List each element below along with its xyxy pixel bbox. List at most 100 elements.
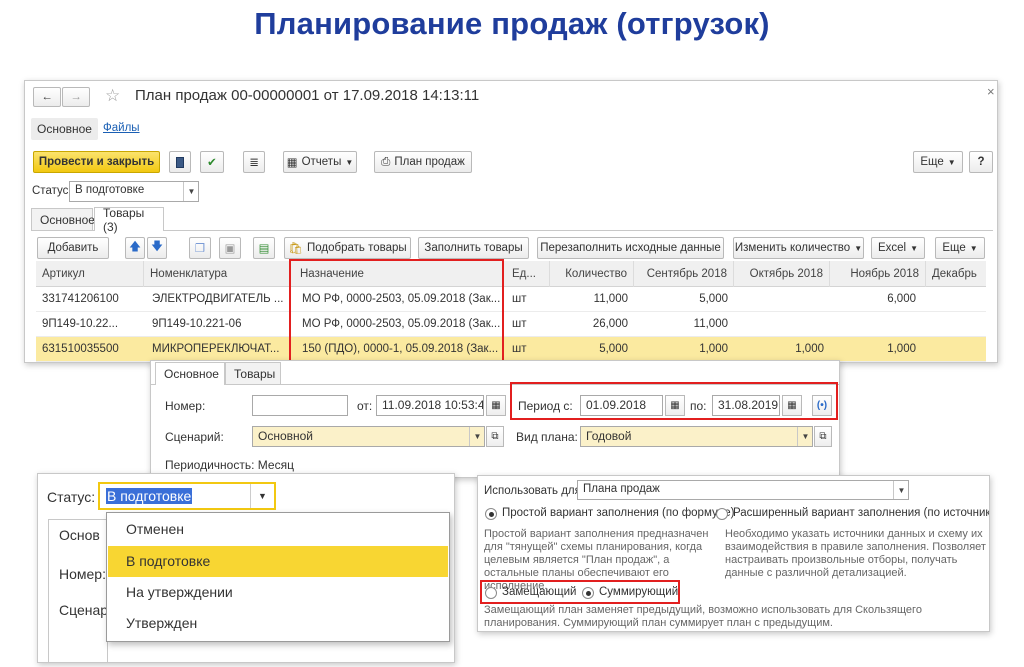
use-for-select[interactable]: Плана продаж ▼ bbox=[577, 480, 909, 500]
top-tab-main[interactable]: Основное bbox=[31, 118, 98, 140]
behind-label: Сценар bbox=[59, 602, 109, 618]
scenario-select[interactable]: Основной ▼ bbox=[252, 426, 485, 447]
refill-source-data-button[interactable]: Перезаполнить исходные данные bbox=[537, 237, 724, 259]
column-unit[interactable]: Ед... bbox=[506, 261, 550, 287]
column-nov-2018[interactable]: Ноябрь 2018 bbox=[830, 261, 926, 287]
move-down-button[interactable]: 🡇 bbox=[147, 237, 167, 259]
chevron-down-icon: ▼ bbox=[345, 157, 354, 167]
chevron-down-icon: ▼ bbox=[947, 157, 956, 167]
floppy-disk-icon bbox=[176, 156, 184, 168]
delete-icon: ▣ bbox=[224, 243, 236, 255]
table-row-selected[interactable]: 631510035500 МИКРОПЕРЕКЛЮЧАТ... 150 (ПДО… bbox=[36, 337, 986, 362]
column-dec-2018[interactable]: Декабрь bbox=[926, 261, 986, 287]
table-row[interactable]: 9П149-10.22... 9П149-10.221-06 МО РФ, 00… bbox=[36, 312, 986, 337]
post-document-icon: ✔ bbox=[207, 157, 217, 169]
bag-icon: 🛍 bbox=[288, 243, 303, 255]
arrow-down-icon: 🡇 bbox=[151, 240, 163, 253]
periodicity-text: Периодичность: Месяц bbox=[165, 458, 294, 472]
period-highlight bbox=[510, 382, 838, 420]
sales-plan-print-button[interactable]: ⎙ План продаж bbox=[374, 151, 472, 173]
chevron-down-icon: ▼ bbox=[910, 243, 919, 253]
pick-goods-button[interactable]: 🛍 Подобрать товары bbox=[284, 237, 411, 259]
table-row[interactable]: 331741206100 ЭЛЕКТРОДВИГАТЕЛЬ ... МО РФ,… bbox=[36, 287, 986, 312]
fill-goods-button[interactable]: Заполнить товары bbox=[418, 237, 529, 259]
behind-label: Номер: bbox=[59, 566, 106, 582]
table-icon: ▤ bbox=[258, 243, 270, 255]
arrow-up-icon: 🡅 bbox=[129, 240, 141, 253]
status-label: Статус: bbox=[47, 489, 96, 505]
fill-options-panel: Использовать для: Плана продаж ▼ Простой … bbox=[477, 475, 990, 632]
column-article[interactable]: Артикул bbox=[36, 261, 144, 287]
delete-row-button[interactable]: ▣ bbox=[219, 237, 241, 259]
status-option-on-approval[interactable]: На утверждении bbox=[108, 577, 448, 608]
column-nomenclature[interactable]: Номенклатура bbox=[144, 261, 291, 287]
excel-button[interactable]: Excel ▼ bbox=[871, 237, 925, 259]
top-tab-files[interactable]: Файлы bbox=[103, 122, 140, 134]
chevron-down-icon[interactable]: ▼ bbox=[183, 182, 198, 201]
behind-label: Основ bbox=[59, 527, 100, 543]
post-button[interactable]: ✔ bbox=[200, 151, 224, 173]
number-label: Номер: bbox=[165, 399, 206, 413]
open-icon[interactable]: ⧉ bbox=[814, 426, 832, 447]
status-dropdown-panel: Статус: В подготовке ▼ Основ Номер: Сцен… bbox=[37, 473, 455, 663]
status-option-cancelled[interactable]: Отменен bbox=[108, 514, 448, 545]
chevron-down-icon[interactable]: ▼ bbox=[797, 427, 812, 446]
favorite-star-icon[interactable]: ☆ bbox=[105, 86, 120, 106]
use-for-label: Использовать для: bbox=[484, 485, 585, 497]
column-oct-2018[interactable]: Октябрь 2018 bbox=[734, 261, 830, 287]
grid-header: Артикул Номенклатура Назначение Ед... Ко… bbox=[36, 261, 986, 287]
option-simple-label[interactable]: Простой вариант заполнения (по формуле) bbox=[502, 507, 734, 519]
save-button[interactable] bbox=[169, 151, 191, 173]
arrow-left-icon: ← bbox=[41, 91, 53, 103]
table-settings-button[interactable]: ▤ bbox=[253, 237, 275, 259]
printer-icon: ⎙ bbox=[381, 155, 391, 168]
slide-title: Планирование продаж (отгрузок) bbox=[254, 6, 770, 41]
more-button[interactable]: Еще ▼ bbox=[913, 151, 963, 173]
copy-icon: ❐ bbox=[194, 243, 206, 255]
chevron-down-icon[interactable]: ▼ bbox=[469, 427, 484, 446]
calendar-icon[interactable]: ▦ bbox=[486, 395, 506, 416]
purpose-column-highlight bbox=[289, 259, 504, 362]
status-option-approved[interactable]: Утвержден bbox=[108, 608, 448, 639]
column-quantity[interactable]: Количество bbox=[550, 261, 634, 287]
reports-button[interactable]: ▦ Отчеты ▼ bbox=[283, 151, 357, 173]
change-quantity-button[interactable]: Изменить количество ▼ bbox=[733, 237, 864, 259]
status-select[interactable]: В подготовке ▼ bbox=[69, 181, 199, 202]
forward-button[interactable]: → bbox=[62, 87, 90, 107]
scenario-label: Сценарий: bbox=[165, 430, 224, 444]
journal-button[interactable]: ≣ bbox=[243, 151, 265, 173]
option-extended-label[interactable]: Расширенный вариант заполнения (по источ… bbox=[733, 507, 989, 519]
tab-goods[interactable]: Товары (3) bbox=[94, 206, 164, 234]
close-icon[interactable]: × bbox=[987, 84, 995, 99]
tab-main[interactable]: Основное bbox=[31, 208, 95, 230]
extended-fill-note: Необходимо указать источники данных и сх… bbox=[725, 528, 986, 579]
plan-type-label: Вид плана: bbox=[516, 430, 578, 444]
mode-highlight bbox=[480, 580, 680, 604]
help-button[interactable]: ? bbox=[969, 151, 993, 173]
plan-type-select[interactable]: Годовой ▼ bbox=[580, 426, 813, 447]
chevron-down-icon[interactable]: ▼ bbox=[250, 484, 274, 508]
list-icon: ≣ bbox=[249, 157, 259, 169]
date-from-label: от: bbox=[357, 399, 373, 413]
chevron-down-icon: ▼ bbox=[969, 243, 978, 253]
status-option-in-preparation[interactable]: В подготовке bbox=[108, 546, 448, 577]
header-tab-goods[interactable]: Товары bbox=[225, 362, 281, 384]
copy-row-button[interactable]: ❐ bbox=[189, 237, 211, 259]
status-options-list: Отменен В подготовке На утверждении Утве… bbox=[106, 512, 450, 642]
header-tab-main[interactable]: Основное bbox=[155, 362, 225, 385]
status-input[interactable]: В подготовке ▼ bbox=[98, 482, 276, 510]
column-sep-2018[interactable]: Сентябрь 2018 bbox=[634, 261, 734, 287]
radio-simple-fill[interactable] bbox=[485, 508, 497, 520]
post-and-close-button[interactable]: Провести и закрыть bbox=[33, 151, 160, 173]
add-row-button[interactable]: Добавить bbox=[37, 237, 109, 259]
document-date-field[interactable]: 11.09.2018 10:53:45 bbox=[376, 395, 484, 416]
chevron-down-icon[interactable]: ▼ bbox=[893, 481, 908, 499]
arrow-right-icon: → bbox=[70, 91, 82, 103]
radio-extended-fill[interactable] bbox=[716, 508, 728, 520]
grid-more-button[interactable]: Еще ▼ bbox=[935, 237, 985, 259]
number-field[interactable] bbox=[252, 395, 348, 416]
open-icon[interactable]: ⧉ bbox=[486, 426, 504, 447]
back-button[interactable]: ← bbox=[33, 87, 61, 107]
modes-note: Замещающий план заменяет предыдущий, воз… bbox=[484, 604, 922, 629]
move-up-button[interactable]: 🡅 bbox=[125, 237, 145, 259]
